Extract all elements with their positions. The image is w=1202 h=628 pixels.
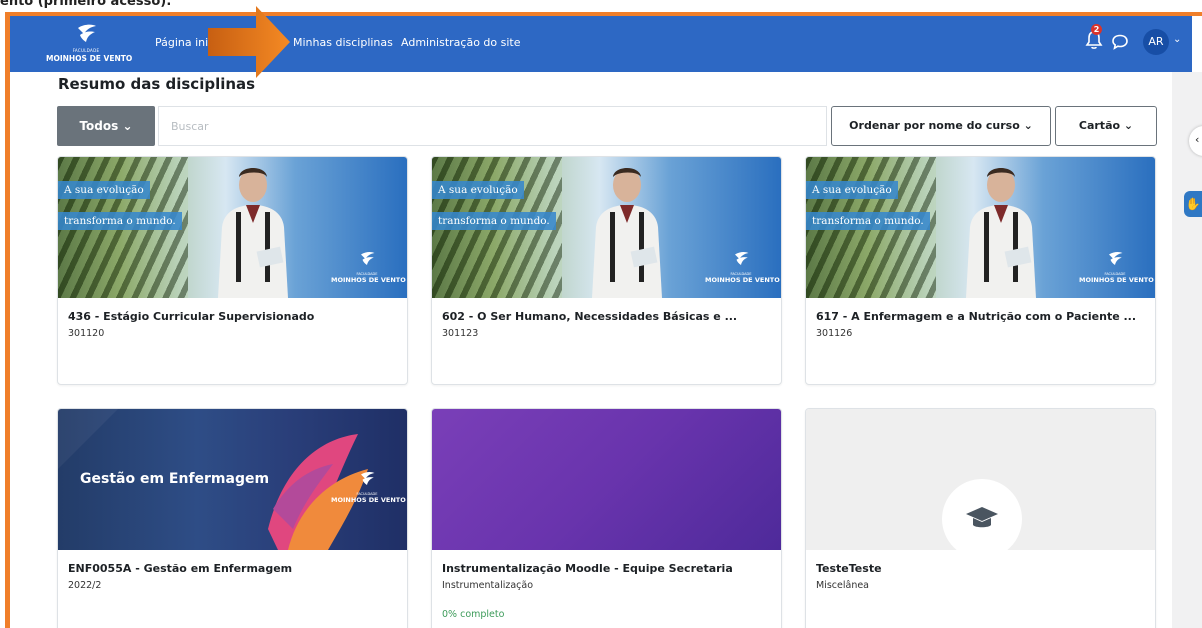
course-image[interactable] — [806, 409, 1155, 550]
logo-wing-icon — [361, 252, 375, 265]
chevron-left-icon: ‹ — [1195, 133, 1200, 146]
user-menu-chevron-icon[interactable]: ⌄ — [1173, 34, 1181, 45]
course-category: 301126 — [816, 328, 853, 339]
banner-logo: FACULDADE MOINHOS DE VENTO — [331, 250, 406, 284]
search-input[interactable]: Buscar — [158, 106, 827, 146]
tutorial-arrow-icon — [208, 6, 290, 78]
course-card[interactable]: A sua evolução transforma o mundo. FACUL… — [431, 156, 782, 385]
accessibility-hand-icon[interactable]: ✋ — [1184, 191, 1202, 217]
page-title: Resumo das disciplinas — [58, 75, 256, 93]
banner-tag: transforma o mundo. — [432, 212, 556, 230]
banner-tag: A sua evolução — [58, 181, 150, 199]
course-image[interactable]: A sua evolução transforma o mundo. FACUL… — [806, 157, 1155, 298]
course-title[interactable]: Instrumentalização Moodle - Equipe Secre… — [442, 562, 771, 575]
banner-tag: A sua evolução — [432, 181, 524, 199]
card-body: Instrumentalização Moodle - Equipe Secre… — [432, 550, 781, 628]
banner-logo: FACULDADE MOINHOS DE VENTO — [705, 250, 780, 284]
student-photo-icon — [218, 168, 288, 298]
course-category: 301120 — [68, 328, 105, 339]
course-card[interactable]: Gestão em Enfermagem FACULDADE MOINHOS D… — [57, 408, 408, 628]
course-progress: 0% completo — [442, 609, 505, 620]
course-title[interactable]: TesteTeste — [816, 562, 1145, 575]
course-card[interactable]: A sua evolução transforma o mundo. FACUL… — [57, 156, 408, 385]
course-title[interactable]: 617 - A Enfermagem e a Nutrição com o Pa… — [816, 310, 1145, 323]
logo-name: MOINHOS DE VENTO — [1079, 276, 1154, 284]
course-image[interactable]: Gestão em Enfermagem FACULDADE MOINHOS D… — [58, 409, 407, 550]
logo-wing-icon — [1109, 252, 1123, 265]
screenshot-frame: ento (primeiro acesso): FACULDADE MOINHO… — [0, 0, 1202, 628]
course-card[interactable]: TesteTeste Miscelânea — [805, 408, 1156, 628]
top-navbar: FACULDADE MOINHOS DE VENTO Página inicia… — [10, 16, 1192, 72]
chat-icon[interactable] — [1111, 33, 1129, 51]
logo-name: MOINHOS DE VENTO — [46, 54, 133, 63]
page-side-rail — [1172, 72, 1202, 628]
notification-badge: 2 — [1091, 24, 1102, 35]
banner-heading: Gestão em Enfermagem — [80, 471, 270, 487]
tutorial-caption: ento (primeiro acesso): — [0, 0, 172, 9]
course-image[interactable] — [432, 409, 781, 550]
banner-logo: FACULDADE MOINHOS DE VENTO — [331, 470, 406, 504]
course-title[interactable]: ENF0055A - Gestão em Enfermagem — [68, 562, 397, 575]
filter-dropdown[interactable]: Todos ⌄ — [57, 106, 155, 146]
banner-tag: transforma o mundo. — [58, 212, 182, 230]
course-title[interactable]: 602 - O Ser Humano, Necessidades Básicas… — [442, 310, 771, 323]
course-title[interactable]: 436 - Estágio Curricular Supervisionado — [68, 310, 397, 323]
site-logo[interactable]: FACULDADE MOINHOS DE VENTO — [46, 22, 133, 66]
banner-logo: FACULDADE MOINHOS DE VENTO — [1079, 250, 1154, 284]
card-body: 602 - O Ser Humano, Necessidades Básicas… — [432, 298, 781, 351]
course-image[interactable]: A sua evolução transforma o mundo. FACUL… — [432, 157, 781, 298]
logo-small-text: FACULDADE — [72, 48, 100, 53]
card-body: TesteTeste Miscelânea — [806, 550, 1155, 603]
card-body: 617 - A Enfermagem e a Nutrição com o Pa… — [806, 298, 1155, 351]
logo-name: MOINHOS DE VENTO — [331, 276, 406, 284]
logo-wing-icon — [735, 252, 749, 265]
logo-wing-icon — [78, 24, 96, 42]
graduation-cap-icon — [966, 507, 998, 528]
view-mode-dropdown[interactable]: Cartão ⌄ — [1055, 106, 1157, 146]
student-photo-icon — [966, 168, 1036, 298]
course-category: Instrumentalização — [442, 580, 534, 591]
course-category: Miscelânea — [816, 580, 870, 591]
course-card[interactable]: A sua evolução transforma o mundo. FACUL… — [805, 156, 1156, 385]
banner-tag: A sua evolução — [806, 181, 898, 199]
logo-wing-icon — [361, 472, 375, 485]
user-avatar[interactable]: AR — [1143, 29, 1169, 55]
logo-name: MOINHOS DE VENTO — [705, 276, 780, 284]
course-category: 301123 — [442, 328, 479, 339]
student-photo-icon — [592, 168, 662, 298]
sort-dropdown[interactable]: Ordenar por nome do curso ⌄ — [831, 106, 1051, 146]
nav-link-site-admin[interactable]: Administração do site — [401, 36, 521, 49]
course-image[interactable]: A sua evolução transforma o mundo. FACUL… — [58, 157, 407, 298]
banner-tag: transforma o mundo. — [806, 212, 930, 230]
course-category: 2022/2 — [68, 580, 102, 591]
logo-name: MOINHOS DE VENTO — [331, 496, 406, 504]
course-card[interactable]: Instrumentalização Moodle - Equipe Secre… — [431, 408, 782, 628]
card-body: ENF0055A - Gestão em Enfermagem 2022/2 — [58, 550, 407, 603]
highlight-border-left — [5, 12, 10, 628]
card-body: 436 - Estágio Curricular Supervisionado … — [58, 298, 407, 351]
nav-link-my-courses[interactable]: Minhas disciplinas — [293, 36, 393, 49]
course-placeholder — [942, 479, 1022, 550]
